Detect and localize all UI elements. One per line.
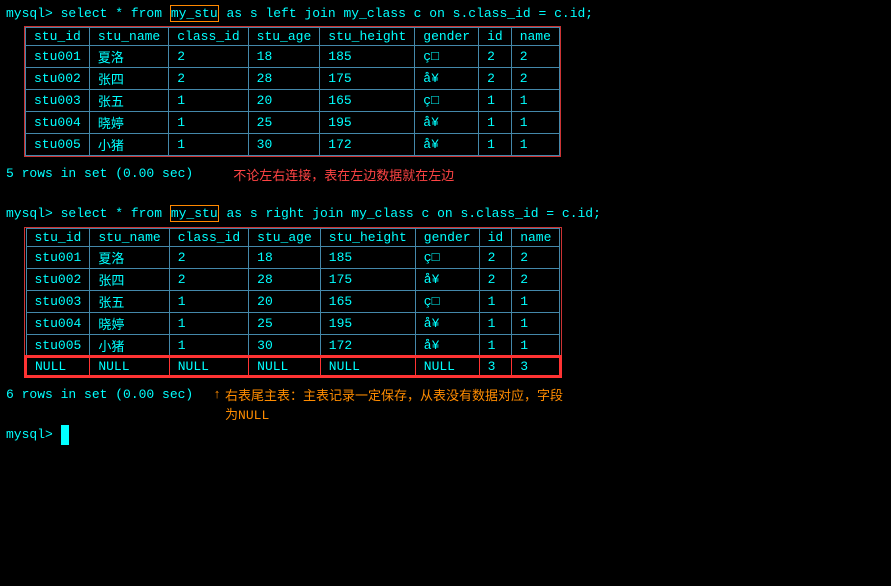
col-class_id: class_id: [169, 28, 248, 46]
result-table-2: stu_id stu_name class_id stu_age stu_hei…: [25, 228, 561, 377]
annotation2-line2: 为NULL: [225, 404, 563, 423]
prompt2: mysql>: [6, 206, 61, 221]
result2-row: 6 rows in set (0.00 sec) ↑ 右表尾主表：主表记录一定保…: [6, 385, 885, 423]
annotation2-block: ↑ 右表尾主表：主表记录一定保存，从表没有数据对应，字段 为NULL: [213, 385, 563, 423]
terminal: mysql> select * from my_stu as s left jo…: [0, 0, 891, 586]
annotation2-arrow: ↑: [213, 387, 221, 402]
col2-gender: gender: [415, 228, 479, 246]
table2-wrapper: stu_id stu_name class_id stu_age stu_hei…: [24, 227, 562, 378]
table-row: stu001夏洛218185ç□22: [26, 46, 560, 68]
col2-stu_name: stu_name: [90, 228, 169, 246]
spacer1: [6, 184, 885, 204]
col-id: id: [479, 28, 512, 46]
table-row: stu003张五120165ç□11: [26, 90, 560, 112]
sql2-before: select * from: [61, 206, 170, 221]
table2-header-row: stu_id stu_name class_id stu_age stu_hei…: [26, 228, 560, 246]
final-prompt: mysql>: [6, 427, 61, 442]
annotation2-line1: 右表尾主表：主表记录一定保存，从表没有数据对应，字段: [225, 385, 563, 404]
highlight-my-stu-1: my_stu: [170, 5, 219, 22]
cursor: [61, 425, 69, 445]
table1-wrapper: stu_id stu_name class_id stu_age stu_hei…: [24, 26, 561, 157]
result1-row: 5 rows in set (0.00 sec) 不论左右连接，表在左边数据就在…: [6, 164, 885, 184]
col2-id: id: [479, 228, 512, 246]
col2-stu_height: stu_height: [320, 228, 415, 246]
query1-line: mysql> select * from my_stu as s left jo…: [6, 4, 885, 24]
result1-text: 5 rows in set (0.00 sec): [6, 164, 193, 184]
annotation2-text: 右表尾主表：主表记录一定保存，从表没有数据对应，字段 为NULL: [225, 385, 563, 423]
col2-stu_age: stu_age: [249, 228, 321, 246]
table-row: stu004晓婷125195å¥11: [26, 312, 560, 334]
table-row: stu002张四228175å¥22: [26, 268, 560, 290]
result2-text: 6 rows in set (0.00 sec): [6, 385, 193, 405]
col2-name: name: [512, 228, 560, 246]
table-row: stu004晓婷125195å¥11: [26, 112, 560, 134]
col-stu_age: stu_age: [248, 28, 320, 46]
table-row: stu003张五120165ç□11: [26, 290, 560, 312]
query2-line: mysql> select * from my_stu as s right j…: [6, 204, 885, 224]
sql1-after: as s left join my_class c on s.class_id …: [219, 6, 593, 21]
result-table-1: stu_id stu_name class_id stu_age stu_hei…: [25, 27, 560, 156]
table-row: stu005小猪130172å¥11: [26, 134, 560, 156]
table-row: stu005小猪130172å¥11: [26, 334, 560, 357]
table-row: stu002张四228175å¥22: [26, 68, 560, 90]
highlight-my-stu-2: my_stu: [170, 205, 219, 222]
prompt1: mysql>: [6, 6, 61, 21]
table1-header-row: stu_id stu_name class_id stu_age stu_hei…: [26, 28, 560, 46]
sql1-before: select * from: [61, 6, 170, 21]
final-prompt-line[interactable]: mysql>: [6, 425, 885, 445]
col-stu_name: stu_name: [89, 28, 168, 46]
null-row: NULL NULL NULL NULL NULL NULL 3 3: [26, 357, 560, 376]
col2-stu_id: stu_id: [26, 228, 90, 246]
col-stu_height: stu_height: [320, 28, 415, 46]
col-name: name: [511, 28, 559, 46]
sql2-after: as s right join my_class c on s.class_id…: [219, 206, 601, 221]
table-row: stu001夏洛218185ç□22: [26, 246, 560, 268]
col2-class_id: class_id: [169, 228, 248, 246]
col-stu_id: stu_id: [26, 28, 90, 46]
col-gender: gender: [415, 28, 479, 46]
annotation1: 不论左右连接，表在左边数据就在左边: [233, 165, 454, 184]
